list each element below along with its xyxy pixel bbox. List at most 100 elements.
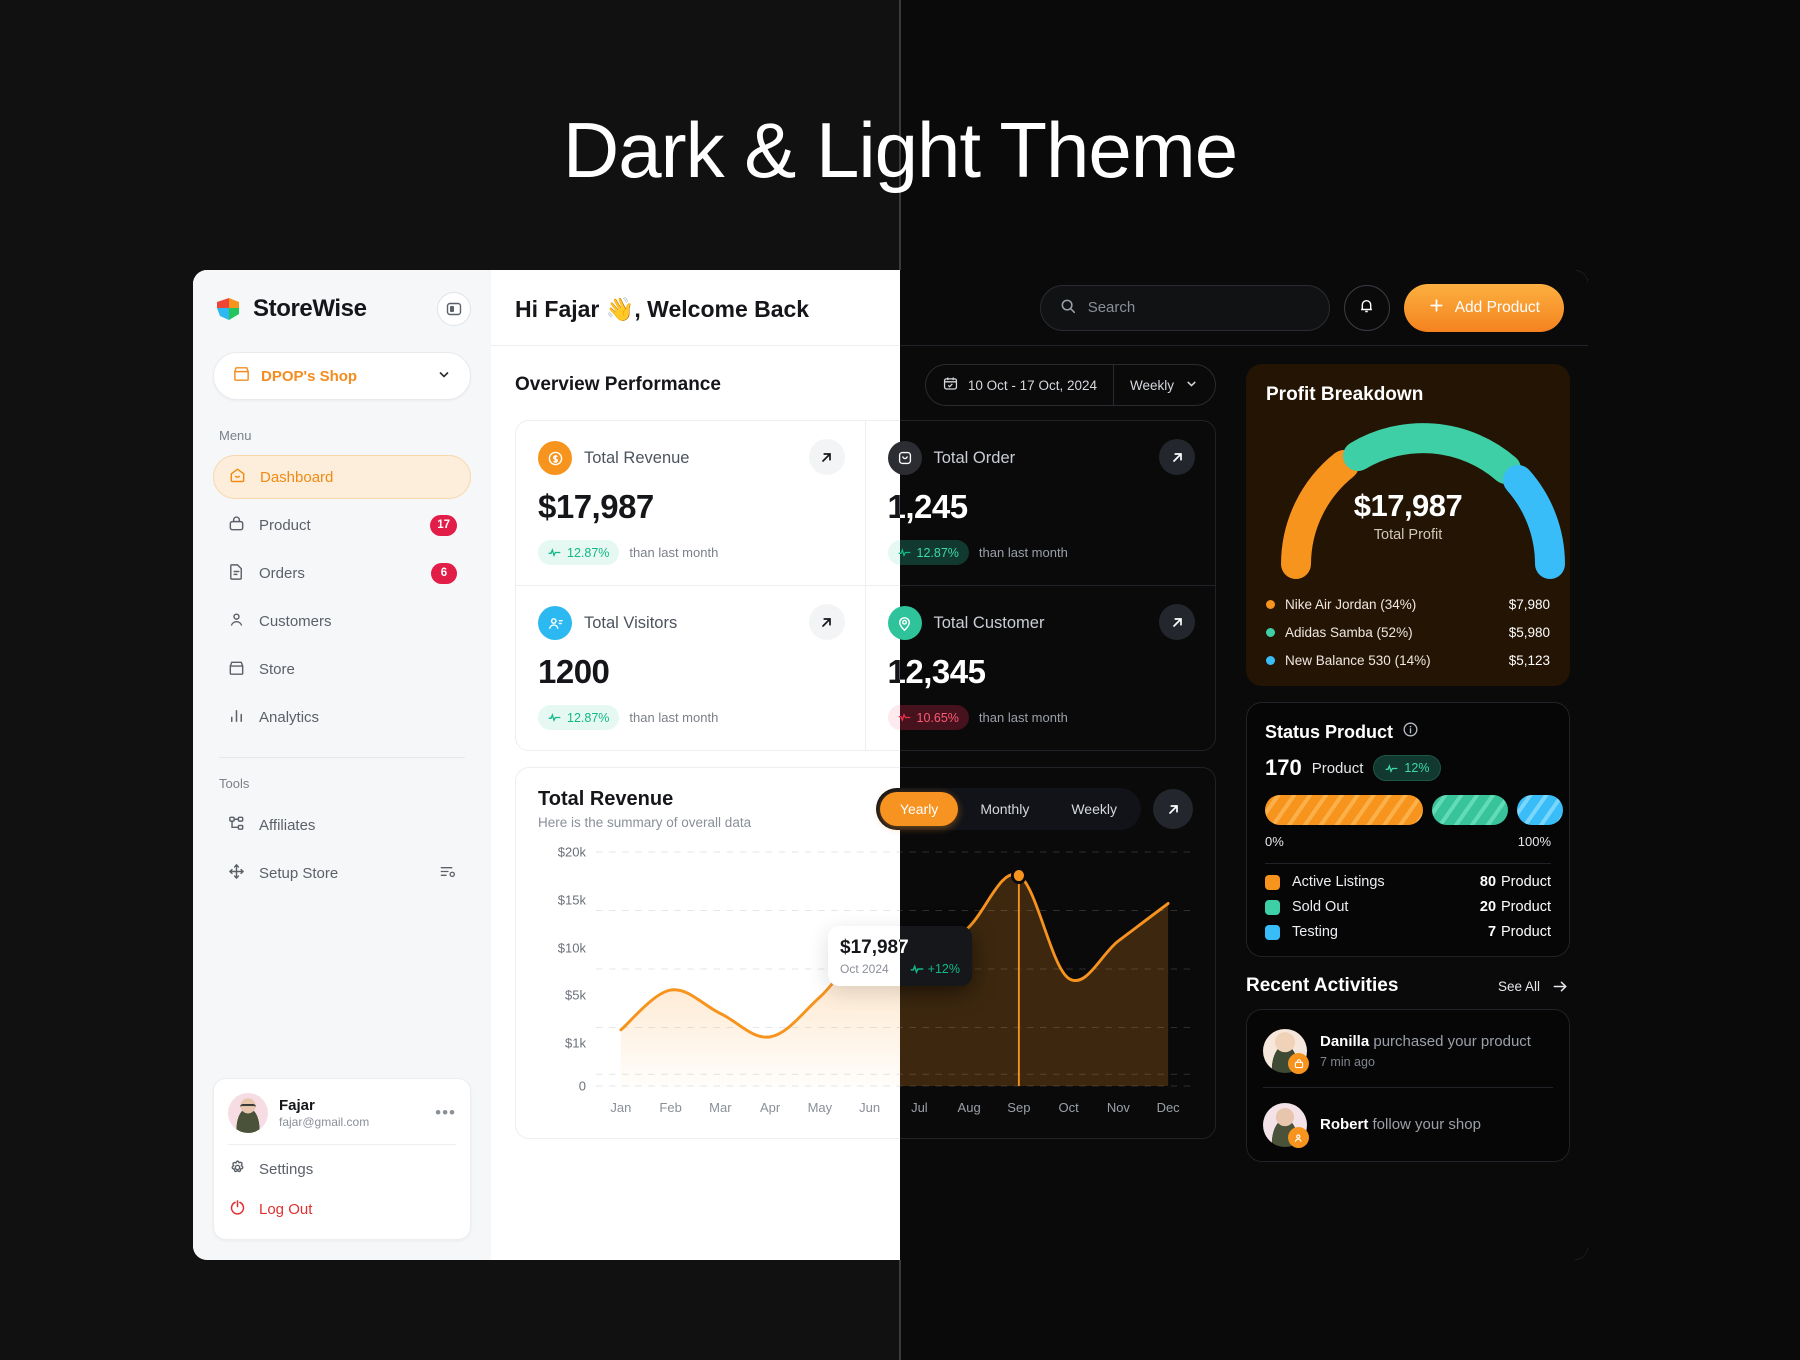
status-unit: Product	[1311, 759, 1364, 777]
logout-label: Log Out	[259, 1200, 313, 1218]
recent-activities-title: Recent Activities	[1246, 975, 1399, 996]
sidebar-item-customers[interactable]: Customers	[213, 599, 471, 643]
sidebar-item-setup-store[interactable]: Setup Store	[213, 851, 471, 895]
x-tick: Nov	[1106, 1100, 1130, 1115]
settings-button[interactable]: Settings	[228, 1149, 456, 1189]
stat-footer: 12.87% than last month	[538, 705, 843, 730]
open-detail-button[interactable]	[808, 604, 845, 640]
stat-value: 12,345	[887, 653, 986, 690]
sidebar-item-label: Dashboard	[260, 468, 334, 486]
status-legend-item: Testing 7 Product	[1265, 924, 1551, 940]
tab-monthly[interactable]: Monthly	[960, 792, 1049, 826]
x-tick: Dec	[1156, 1100, 1180, 1115]
status-badge: 12.87%	[887, 540, 969, 565]
profit-breakdown-card: Profit Breakdown $17,987 Total Profit Ni…	[1246, 364, 1570, 686]
move-icon	[227, 862, 246, 885]
open-detail-button[interactable]	[808, 439, 845, 475]
tab-yearly[interactable]: Yearly	[879, 792, 959, 826]
settings-sliders-icon[interactable]	[438, 862, 457, 885]
legend-value: 7 Product	[1488, 924, 1551, 940]
legend-number: 7	[1487, 924, 1497, 940]
status-title: Status Product	[1265, 721, 1394, 742]
legend-number: 20	[1479, 899, 1497, 915]
revenue-header: Total Revenue Here is the summary of ove…	[538, 788, 1193, 830]
tooltip-date: Oct 2024	[840, 962, 889, 976]
stat-value: 1,245	[887, 488, 969, 525]
legend-label: Testing	[1292, 924, 1338, 940]
status-delta-badge: 12%	[1373, 755, 1442, 781]
product-badge: 17	[430, 514, 457, 536]
y-tick: $10k	[557, 940, 586, 956]
legend-amount: $5,980	[1508, 625, 1550, 640]
avatar	[1263, 1029, 1309, 1074]
orders-badge: 6	[431, 562, 457, 584]
brand: StoreWise	[213, 294, 367, 324]
legend-dot	[1266, 656, 1275, 665]
sidebar-collapse-button[interactable]	[437, 292, 471, 326]
sidebar-divider	[219, 757, 465, 758]
profit-legend-item: New Balance 530 (14%) $5,123	[1266, 653, 1550, 668]
status-badge: 10.65%	[887, 705, 969, 730]
legend-label: Nike Air Jordan (34%)	[1285, 597, 1417, 612]
search-icon	[1059, 297, 1077, 319]
date-range-picker[interactable]: 10 Oct - 17 Oct, 2024	[926, 365, 1113, 405]
notifications-button[interactable]	[1343, 284, 1390, 331]
logout-button[interactable]: Log Out	[228, 1189, 456, 1229]
user-more-button[interactable]: •••	[435, 1103, 456, 1123]
dollar-circle-icon	[538, 441, 572, 475]
sidebar-item-dashboard[interactable]: Dashboard	[213, 455, 471, 499]
sidebar-item-affiliates[interactable]: Affiliates	[213, 803, 471, 847]
legend-unit: Product	[1501, 924, 1551, 940]
profit-title: Profit Breakdown	[1266, 384, 1424, 405]
stat-note: than last month	[629, 545, 719, 560]
legend-label: Adidas Samba (52%)	[1285, 625, 1413, 640]
activity-item[interactable]: Danilla purchased your product 7 min ago	[1263, 1014, 1553, 1088]
status-divider	[1265, 863, 1551, 864]
period-select[interactable]: Weekly	[1114, 365, 1215, 405]
search-placeholder: Search	[1087, 299, 1136, 316]
calendar-icon	[942, 375, 959, 395]
brand-row: StoreWise	[213, 292, 471, 326]
sidebar-item-product[interactable]: Product 17	[213, 503, 471, 547]
revenue-chart-card: Total Revenue Here is the summary of ove…	[515, 767, 1216, 1139]
store-icon	[232, 364, 251, 388]
search-input[interactable]: Search	[1039, 284, 1330, 331]
y-tick: $1k	[565, 1035, 586, 1051]
see-all-button[interactable]: See All	[1498, 977, 1570, 996]
page-headline: Dark & Light Theme	[562, 106, 1238, 194]
bar-sold-out	[1432, 795, 1508, 825]
x-tick: Apr	[760, 1100, 781, 1115]
scale-max: 100%	[1517, 834, 1551, 849]
shop-selector[interactable]: DPOP's Shop	[213, 352, 471, 400]
info-icon[interactable]	[1402, 721, 1419, 743]
greeting-text: Hi Fajar 👋, Welcome Back	[515, 296, 810, 322]
profit-legend-item: Adidas Samba (52%) $5,980	[1266, 625, 1550, 640]
legend-unit: Product	[1501, 874, 1551, 890]
revenue-expand-button[interactable]	[1153, 789, 1193, 829]
sidebar-item-orders[interactable]: Orders 6	[213, 551, 471, 595]
sidebar-item-analytics[interactable]: Analytics	[213, 695, 471, 739]
stat-footer: 10.65% than last month	[887, 705, 1194, 730]
total-profit-caption: Total Profit	[1373, 527, 1443, 543]
scale-row: 0% 100%	[1265, 834, 1551, 849]
see-all-label: See All	[1497, 978, 1540, 994]
stat-note: than last month	[978, 710, 1068, 725]
overview-title: Overview Performance	[515, 374, 721, 395]
status-legend-item: Active Listings 80 Product	[1265, 874, 1551, 890]
legend-label: Sold Out	[1292, 899, 1349, 915]
add-product-button[interactable]: Add Product	[1403, 283, 1564, 332]
bag-icon	[227, 514, 246, 537]
user-row: Fajar fajar@gmail.com •••	[228, 1093, 456, 1133]
stat-header: Total Visitors	[538, 606, 843, 640]
open-detail-button[interactable]	[1159, 604, 1195, 640]
tooltip-change: +12%	[910, 962, 960, 976]
status-legend-item: Sold Out 20 Product	[1265, 899, 1551, 915]
open-detail-button[interactable]	[1159, 439, 1195, 475]
sidebar-item-store[interactable]: Store	[213, 647, 471, 691]
activity-user: Danilla	[1320, 1033, 1370, 1050]
activity-item[interactable]: Robert follow your shop	[1263, 1088, 1553, 1161]
left-column: Overview Performance 10 Oct - 17 Oct, 20…	[491, 346, 1238, 1260]
x-tick: Jan	[610, 1100, 632, 1115]
tab-weekly[interactable]: Weekly	[1051, 792, 1137, 826]
legend-value: 20 Product	[1480, 899, 1551, 915]
